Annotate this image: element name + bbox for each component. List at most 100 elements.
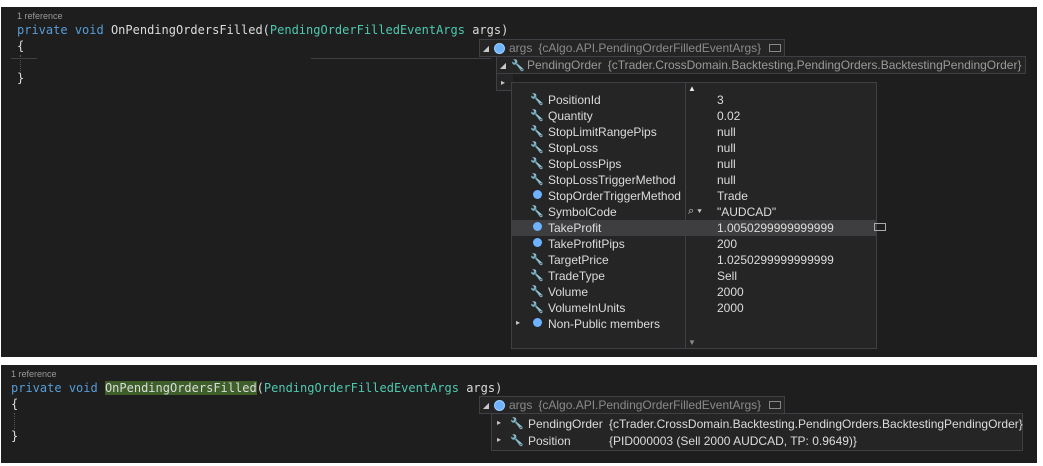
code-editor-panel-bottom: 1 reference private void OnPendingOrders… <box>1 365 1037 463</box>
wrench-icon: 🔧 <box>510 418 524 430</box>
property-name: TradeType <box>548 269 605 283</box>
property-name: TakeProfitPips <box>548 237 625 251</box>
param-name: args) <box>464 23 509 37</box>
property-icon <box>530 221 544 233</box>
property-value[interactable]: Trade <box>717 189 748 203</box>
property-row[interactable]: 🔧 StopLoss null <box>512 140 876 156</box>
magnifier-icon[interactable]: ⌕ ▾ <box>688 205 702 218</box>
property-row[interactable]: TakeProfitPips 200 <box>512 236 876 252</box>
property-row[interactable]: 🔧 StopLossPips null <box>512 156 876 172</box>
object-icon <box>494 42 505 54</box>
expand-triangle-icon[interactable]: ▸ <box>497 418 501 427</box>
property-value[interactable]: Sell <box>717 269 737 283</box>
expand-triangle-icon[interactable]: ▸ <box>497 435 501 444</box>
collapse-triangle-icon[interactable]: ◢ <box>480 401 492 410</box>
property-name: VolumeInUnits <box>548 301 626 315</box>
reference-count[interactable]: 1 reference <box>17 11 63 21</box>
wrench-icon: 🔧 <box>530 158 544 170</box>
keyword: void <box>68 381 98 395</box>
property-name: StopLimitRangePips <box>548 125 657 139</box>
wrench-icon: 🔧 <box>530 206 544 218</box>
param-name: args) <box>458 381 503 395</box>
datatip-pending-order[interactable]: ◢ 🔧 PendingOrder {cTrader.CrossDomain.Ba… <box>496 56 1026 74</box>
property-value[interactable]: null <box>717 173 736 187</box>
property-row[interactable]: StopOrderTriggerMethod Trade <box>512 188 876 204</box>
paren: ( <box>262 23 270 37</box>
property-name: StopLossPips <box>548 157 622 171</box>
current-line-marker <box>311 58 491 59</box>
method-signature: private void OnPendingOrdersFilled(Pendi… <box>17 23 508 37</box>
datatip-value: {cTrader.CrossDomain.Backtesting.Pending… <box>609 417 1023 431</box>
reference-count[interactable]: 1 reference <box>11 369 57 379</box>
property-value[interactable]: 3 <box>717 93 724 107</box>
datatip-name: Position <box>528 434 571 448</box>
wrench-icon: 🔧 <box>530 270 544 282</box>
scroll-down-icon[interactable]: ▼ <box>688 338 696 347</box>
datatip-args[interactable]: ◢ args {cAlgo.API.PendingOrderFilledEven… <box>479 39 785 57</box>
pin-icon[interactable] <box>769 44 782 52</box>
property-name: StopLoss <box>548 141 599 155</box>
property-row[interactable]: 🔧 Volume 2000 <box>512 284 876 300</box>
datatip-value: {cAlgo.API.PendingOrderFilledEventArgs} <box>538 41 762 55</box>
datatip-row-pending-order[interactable]: ▸ 🔧 PendingOrder {cTrader.CrossDomain.Ba… <box>492 416 1023 432</box>
property-row[interactable]: 🔧 Quantity 0.02 <box>512 108 876 124</box>
collapse-triangle-icon[interactable]: ◢ <box>497 61 509 70</box>
datatip-name: PendingOrder <box>527 58 602 72</box>
pin-icon[interactable] <box>769 401 782 409</box>
property-value[interactable]: 1.0050299999999999 <box>717 221 834 235</box>
method-name: OnPendingOrdersFilled <box>110 23 263 37</box>
property-icon <box>530 317 544 329</box>
datatip-name: PendingOrder <box>528 417 603 431</box>
property-name: Quantity <box>548 109 593 123</box>
expand-triangle-icon[interactable]: ▸ <box>497 78 509 87</box>
property-value[interactable]: 2000 <box>717 285 744 299</box>
datatip-value: {PID000003 (Sell 2000 AUDCAD, TP: 0.9649… <box>609 434 857 448</box>
expand-triangle-icon[interactable]: ▸ <box>516 318 520 327</box>
property-value[interactable]: null <box>717 141 736 155</box>
datatip-value: {cAlgo.API.PendingOrderFilledEventArgs} <box>538 398 762 412</box>
param-type: PendingOrderFilledEventArgs <box>263 381 459 395</box>
method-name-highlighted: OnPendingOrdersFilled <box>104 381 257 395</box>
property-name: PositionId <box>548 93 601 107</box>
property-row[interactable]: 🔧 VolumeInUnits 2000 <box>512 300 876 316</box>
property-name: Non-Public members <box>548 317 661 331</box>
brace-close: } <box>17 71 25 85</box>
property-row[interactable]: TakeProfit 1.0050299999999999 <box>512 220 886 236</box>
property-name: StopOrderTriggerMethod <box>548 189 681 203</box>
paren: ( <box>256 381 264 395</box>
property-icon <box>530 237 544 249</box>
current-line-marker <box>11 58 37 59</box>
property-icon <box>530 189 544 201</box>
non-public-members-row[interactable]: ▸ Non-Public members <box>512 316 876 332</box>
property-value[interactable]: "AUDCAD" <box>717 205 776 219</box>
property-row[interactable]: 🔧 TradeType Sell <box>512 268 876 284</box>
property-row[interactable]: 🔧 StopLossTriggerMethod null <box>512 172 876 188</box>
brace-close: } <box>11 429 19 443</box>
keyword: private <box>11 381 62 395</box>
property-grid: ▲ ▼ 🔧 PositionId 3 🔧 Quantity 0.02 🔧 StopLimitR… <box>511 82 886 349</box>
pin-icon[interactable] <box>874 223 886 231</box>
property-value[interactable]: null <box>717 125 736 139</box>
property-value[interactable]: 0.02 <box>717 109 740 123</box>
datatip-name: args <box>509 398 533 412</box>
datatip-args[interactable]: ◢ args {cAlgo.API.PendingOrderFilledEven… <box>479 396 785 414</box>
wrench-icon: 🔧 <box>530 302 544 314</box>
property-name: SymbolCode <box>548 205 617 219</box>
brace-open: { <box>11 397 19 411</box>
property-row[interactable]: 🔧 StopLimitRangePips null <box>512 124 876 140</box>
property-row[interactable]: 🔧 PositionId 3 <box>512 92 876 108</box>
property-value[interactable]: 1.0250299999999999 <box>717 253 834 267</box>
datatip-row-position[interactable]: ▸ 🔧 Position {PID000003 (Sell 2000 AUDCA… <box>492 433 1022 449</box>
property-value[interactable]: 200 <box>717 237 737 251</box>
wrench-icon: 🔧 <box>510 435 524 447</box>
property-value[interactable]: 2000 <box>717 301 744 315</box>
datatip-name: args <box>509 41 533 55</box>
property-row[interactable]: 🔧 SymbolCode "AUDCAD" ⌕ ▾ <box>512 204 876 220</box>
property-name: TakeProfit <box>548 221 602 235</box>
wrench-icon: 🔧 <box>530 174 544 186</box>
property-name: TargetPrice <box>548 253 609 267</box>
property-row[interactable]: 🔧 TargetPrice 1.0250299999999999 <box>512 252 876 268</box>
property-value[interactable]: null <box>717 157 736 171</box>
collapse-triangle-icon[interactable]: ◢ <box>480 44 492 53</box>
wrench-icon: 🔧 <box>530 94 544 106</box>
